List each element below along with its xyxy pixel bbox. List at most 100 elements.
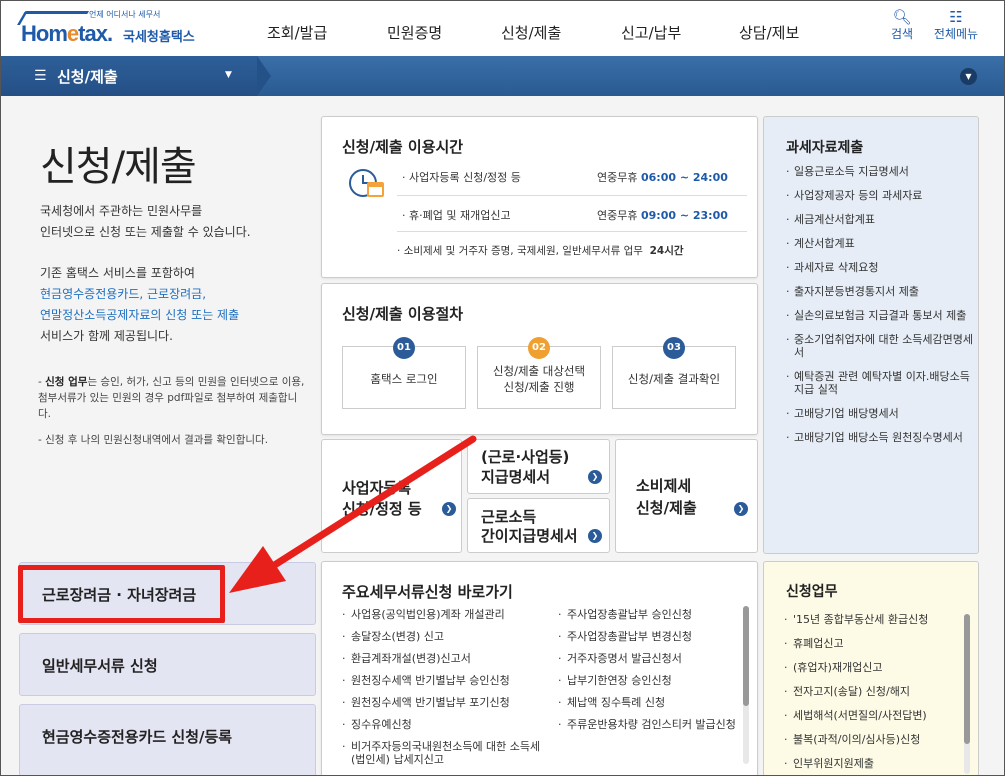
tax-data-item[interactable]: 고배당기업 배당소득 원천징수명세서 <box>786 431 976 444</box>
apply-work-item[interactable]: 전자고지(송달) 신청/해지 <box>784 685 974 698</box>
expand-chevron-icon[interactable]: ▼ <box>960 68 977 85</box>
apply-work-scrollbar[interactable] <box>964 614 970 774</box>
tax-data-item[interactable]: 중소기업취업자에 대한 소득세감면명세서 <box>786 333 976 359</box>
biz-registration-button[interactable]: 사업자등록 신청/정정 등 ❯ <box>321 439 462 553</box>
tax-data-item[interactable]: 출자지분등변경통지서 제출 <box>786 285 976 298</box>
shortcuts-col-2: 주사업장총괄납부 승인신청 주사업장총괄납부 변경신청 거주자증명서 발급신청서… <box>558 608 738 740</box>
nav-certificate[interactable]: 민원증명 <box>387 22 442 43</box>
note-2-text: 신청 후 나의 민원신청내역에서 결과를 확인합니다. <box>45 434 269 446</box>
shortcut-link[interactable]: 비거주자등의국내원천소득에 대한 소득세(법인세) 납세지신고 <box>342 740 547 766</box>
browser-page: 언제 어디서나 세무서 Hometax. 국세청홈택스 조회/발급 민원증명 신… <box>0 0 1005 776</box>
step-number: 03 <box>663 337 685 359</box>
apply-work-item[interactable]: 불복(과적/이의/심사등)신청 <box>784 733 974 746</box>
shortcut-link[interactable]: 주류운반용차량 검인스티커 발급신청 <box>558 718 738 731</box>
intro-link-line: 연말정산소득공제자료의 신청 또는 제출 <box>40 308 240 322</box>
shortcut-link[interactable]: 주사업장총괄납부 승인신청 <box>558 608 738 621</box>
excise-tax-button[interactable]: 소비제세 신청/제출 ❯ <box>615 439 758 553</box>
tax-data-panel: 과세자료제출 일용근로소득 지급명세서 사업장제공자 등의 과세자료 세금계산서… <box>763 116 979 554</box>
search-icon: 🔍︎ <box>892 8 912 26</box>
tax-data-item[interactable]: 예탁증권 관련 예탁자별 이자.배당소득 지급 실적 <box>786 370 976 396</box>
hometax-logo[interactable]: 언제 어디서나 세무서 Hometax. 국세청홈택스 <box>16 9 209 51</box>
hours-time: 연중무휴 09:00 ~ 23:00 <box>597 207 728 223</box>
tax-data-item[interactable]: 세금계산서합계표 <box>786 213 976 226</box>
apply-work-item[interactable]: 세법해석(서면질의/사전답변) <box>784 709 974 722</box>
general-documents-button[interactable]: 일반세무서류 신청 <box>19 633 316 696</box>
shortcut-link[interactable]: 송달장소(변경) 신고 <box>342 630 547 643</box>
apply-work-item[interactable]: 인부위원지원제출 <box>784 757 974 770</box>
simple-statement-button[interactable]: 근로소득 간이지급명세서 ❯ <box>467 498 610 553</box>
shortcut-link[interactable]: 환급계좌개설(변경)신고서 <box>342 652 547 665</box>
note-2: - 신청 후 나의 민원신청내역에서 결과를 확인합니다. <box>38 434 269 446</box>
hours-time-value: 06:00 ~ 24:00 <box>640 171 728 184</box>
apply-work-item[interactable]: (휴업자)재개업신고 <box>784 661 974 674</box>
tax-data-item[interactable]: 일용근로소득 지급명세서 <box>786 165 976 178</box>
shortcut-link[interactable]: 징수유예신청 <box>342 718 547 731</box>
scrollbar-thumb[interactable] <box>964 614 970 744</box>
shortcut-link[interactable]: 체납액 징수특례 신청 <box>558 696 738 709</box>
nav-apply[interactable]: 신청/제출 <box>501 22 561 43</box>
wage-label-1: (근로·사업등) <box>481 448 570 466</box>
procedure-step-2: 02 신청/제출 대상선택 신청/제출 진행 <box>477 337 601 409</box>
intro-line: 국세청에서 주관하는 민원사무를 <box>40 204 203 218</box>
step-number: 01 <box>393 337 415 359</box>
tax-data-item[interactable]: 고배당기업 배당명세서 <box>786 407 976 420</box>
intro-line: 기존 홈택스 서비스를 포함하여 <box>40 266 195 280</box>
location-bar: ☰ 신청/제출 ▼ ▼ <box>1 56 1004 96</box>
breadcrumb[interactable]: ☰ 신청/제출 ▼ <box>1 56 271 96</box>
nav-report-pay[interactable]: 신고/납부 <box>621 22 681 43</box>
tax-data-item[interactable]: 사업장제공자 등의 과세자료 <box>786 189 976 202</box>
search-button[interactable]: 🔍︎ 검색 <box>877 9 927 42</box>
breadcrumb-label: 신청/제출 <box>57 68 118 86</box>
site-header: 언제 어디서나 세무서 Hometax. 국세청홈택스 조회/발급 민원증명 신… <box>1 1 1004 56</box>
go-arrow-icon: ❯ <box>588 529 602 543</box>
shortcut-link[interactable]: 사업용(공익법인용)계좌 개설관리 <box>342 608 547 621</box>
hours-row3-time: 24시간 <box>649 245 684 257</box>
shortcut-link[interactable]: 원천징수세액 반기별납부 포기신청 <box>342 696 547 709</box>
chevron-down-icon: ▼ <box>225 70 232 80</box>
logo-wordmark-a: Hom <box>21 21 68 46</box>
apply-work-item[interactable]: '15년 종합부동산세 환급신청 <box>784 613 974 626</box>
intro-line: 서비스가 함께 제공됩니다. <box>40 329 173 343</box>
nav-consult[interactable]: 상담/제보 <box>739 22 799 43</box>
procedure-step-1: 01 홈택스 로그인 <box>342 337 466 409</box>
step-number: 02 <box>528 337 550 359</box>
go-arrow-icon: ❯ <box>734 502 748 516</box>
procedure-title: 신청/제출 이용절차 <box>342 305 464 323</box>
hours-row-3: · 소비제세 및 거주자 증명, 국제세원, 일반세무서류 업무 24시간 <box>397 245 684 257</box>
apply-work-item[interactable]: 휴폐업신고 <box>784 637 974 650</box>
hours-desc: · 휴·폐업 및 재개업신고 <box>402 209 511 222</box>
excise-label-1: 소비제세 <box>636 477 692 495</box>
cash-receipt-card-button[interactable]: 현금영수증전용카드 신청/등록 <box>19 704 316 775</box>
shortcuts-card: 주요세무서류신청 바로가기 사업용(공익법인용)계좌 개설관리 송달장소(변경)… <box>321 561 758 775</box>
hamburger-icon: ☰ <box>34 68 47 84</box>
apply-work-title: 신청업무 <box>786 584 838 600</box>
shortcuts-scrollbar[interactable] <box>743 606 749 764</box>
all-menu-label: 전체메뉴 <box>933 27 979 41</box>
biz-label-1: 사업자등록 <box>342 479 412 497</box>
logo-wordmark-c: tax. <box>78 21 113 46</box>
shortcut-link[interactable]: 거주자증명서 발급신청서 <box>558 652 738 665</box>
tax-data-item[interactable]: 계산서합계표 <box>786 237 976 250</box>
tax-data-item[interactable]: 과세자료 삭제요청 <box>786 261 976 274</box>
excise-label-2: 신청/제출 <box>636 499 697 517</box>
simple-label-2: 간이지급명세서 <box>481 527 578 545</box>
shortcut-link[interactable]: 주사업장총괄납부 변경신청 <box>558 630 738 643</box>
nav-inquiry[interactable]: 조회/발급 <box>267 22 327 43</box>
simple-label-1: 근로소득 <box>481 508 537 526</box>
biz-label-2: 신청/정정 등 <box>342 500 422 518</box>
hours-days: 연중무휴 <box>597 209 638 222</box>
hours-days: 연중무휴 <box>597 171 638 184</box>
note-1-bold: 신청 업무 <box>45 376 88 388</box>
shortcut-link[interactable]: 원천징수세액 반기별납부 승인신청 <box>342 674 547 687</box>
tax-data-item[interactable]: 실손의료보험금 지급결과 통보서 제출 <box>786 309 976 322</box>
scrollbar-thumb[interactable] <box>743 606 749 706</box>
hours-time-value: 09:00 ~ 23:00 <box>640 209 728 222</box>
logo-wordmark: Hometax. <box>21 21 113 47</box>
payment-statement-button[interactable]: (근로·사업등) 지급명세서 ❯ <box>467 439 610 494</box>
divider <box>397 195 747 196</box>
shortcut-link[interactable]: 납부기한연장 승인신청 <box>558 674 738 687</box>
tax-data-list: 일용근로소득 지급명세서 사업장제공자 등의 과세자료 세금계산서합계표 계산서… <box>786 165 976 455</box>
procedure-step-3: 03 신청/제출 결과확인 <box>612 337 736 409</box>
all-menu-button[interactable]: ☷ 전체메뉴 <box>931 9 981 42</box>
logo-wordmark-b: e <box>66 21 79 46</box>
